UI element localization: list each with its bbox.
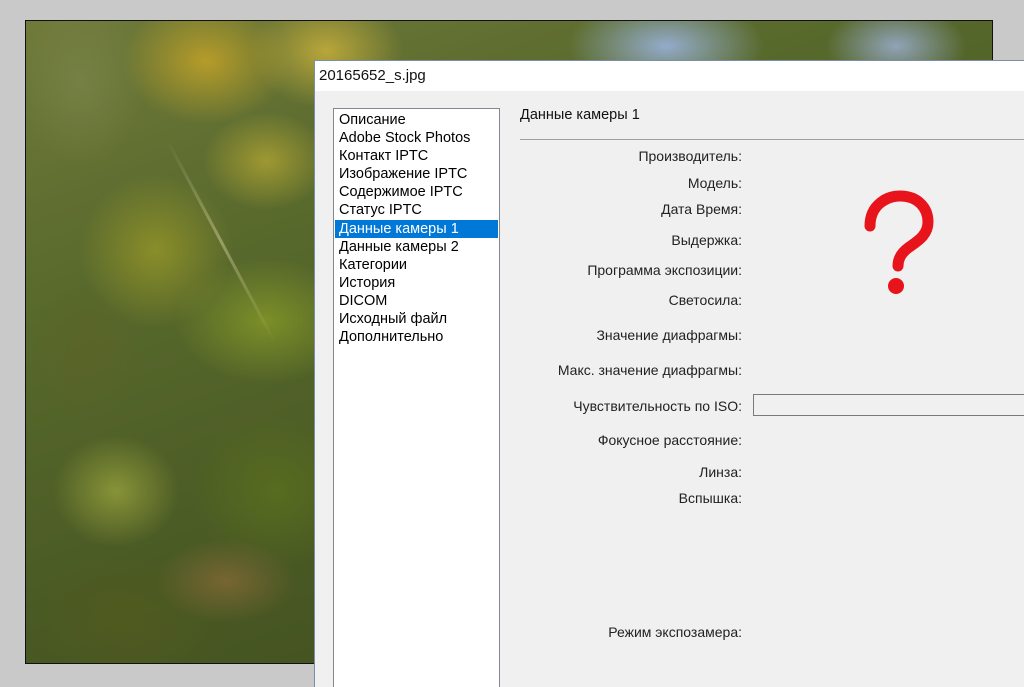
exposure-program-label: Программа экспозиции: [587,262,742,278]
category-item-dicom[interactable]: DICOM [335,292,498,310]
category-item-description[interactable]: Описание [335,111,498,129]
category-item-iptc-content[interactable]: Содержимое IPTC [335,183,498,201]
category-item-categories[interactable]: Категории [335,256,498,274]
category-item-source-file[interactable]: Исходный файл [335,310,498,328]
category-item-iptc-image[interactable]: Изображение IPTC [335,165,498,183]
category-item-iptc-status[interactable]: Статус IPTC [335,201,498,219]
max-aperture-label: Макс. значение диафрагмы: [557,362,742,378]
file-info-dialog: 20165652_s.jpg Описание Adobe Stock Phot… [314,60,1024,687]
dialog-titlebar[interactable]: 20165652_s.jpg [315,61,1024,91]
aperture-value-label: Значение диафрагмы: [596,327,742,343]
category-item-advanced[interactable]: Дополнительно [335,328,498,346]
category-item-adobe-stock[interactable]: Adobe Stock Photos [335,129,498,147]
manufacturer-label: Производитель: [638,148,742,164]
iso-input[interactable] [753,394,1024,416]
aperture-label: Светосила: [668,292,742,308]
question-mark-icon [864,190,934,294]
focal-length-label: Фокусное расстояние: [597,432,742,448]
section-title: Данные камеры 1 [520,107,640,123]
category-item-camera-data-1[interactable]: Данные камеры 1 [335,219,498,238]
metering-mode-label: Режим экспозамера: [608,624,742,640]
category-item-history[interactable]: История [335,274,498,292]
flash-label: Вспышка: [678,490,742,506]
category-item-camera-data-2[interactable]: Данные камеры 2 [335,238,498,256]
model-label: Модель: [687,175,742,191]
lens-label: Линза: [699,464,742,480]
datetime-label: Дата Время: [661,201,742,217]
dialog-title: 20165652_s.jpg [319,67,426,84]
category-item-iptc-contact[interactable]: Контакт IPTC [335,147,498,165]
section-divider [520,139,1024,140]
category-list[interactable]: Описание Adobe Stock Photos Контакт IPTC… [333,108,500,687]
exposure-label: Выдержка: [671,232,742,248]
iso-label: Чувствительность по ISO: [573,398,742,414]
